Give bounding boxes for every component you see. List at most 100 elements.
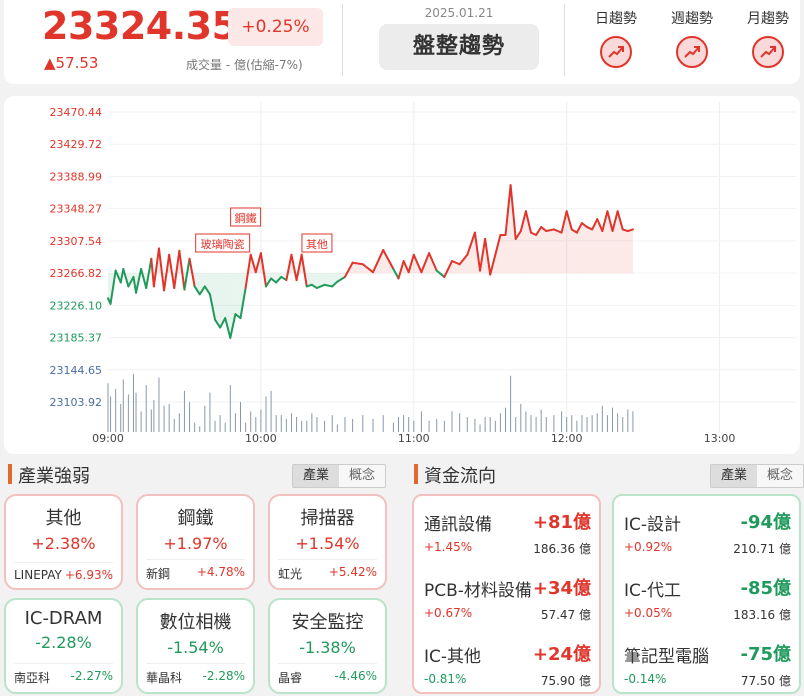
industry-card[interactable]: 安全監控 -1.38% 晶睿 -4.46% [268,598,387,694]
y-tick-label: 23429.72 [50,138,103,151]
flow-pct: -0.81% [424,672,467,686]
monthly-trend-label: 月趨勢 [747,11,789,27]
tab-industry[interactable]: 產業 [293,465,339,487]
price-fill [571,229,577,274]
trend-up-icon [752,36,784,68]
flow-amount: -94億 [740,512,791,533]
weekly-trend-label: 週趨勢 [671,11,713,27]
fund-flow-item[interactable]: 筆記型電腦 -75億 -0.14% 77.50 億 [624,634,791,694]
top-stock-row: LINEPAY +6.93% [14,562,113,582]
industry-card[interactable]: 數位相機 -1.54% 華晶科 -2.28% [136,598,255,694]
y-tick-label: 23103.92 [50,396,103,409]
annotation-label: 鋼鐵 [235,211,257,225]
price-fill [235,273,241,319]
fund-flow-item[interactable]: IC-代工 -85億 +0.05% 183.16 億 [624,568,791,628]
top-stock-pct: -2.28% [202,669,245,683]
industry-tab-group: 產業 概念 [292,464,386,488]
top-stock-row: 晶睿 -4.46% [278,663,377,686]
flow-industry-name: 筆記型電腦 [624,647,709,667]
top-stock-name: LINEPAY [14,568,62,582]
date-label: 2025.01.21 [424,6,494,20]
tab-concept[interactable]: 概念 [339,465,385,487]
y-tick-label: 23185.37 [50,332,103,345]
monthly-trend[interactable]: 月趨勢 [738,8,798,68]
top-stock-name: 虹光 [278,567,303,581]
price-fill [546,229,554,274]
flow-amount: -75億 [740,644,791,665]
tab-concept[interactable]: 概念 [757,465,803,487]
industry-card[interactable]: 鋼鐵 +1.97% 新鋼 +4.78% [136,494,255,590]
annotation-label: 其他 [306,238,328,251]
index-value: 23324.35 [42,4,238,48]
industry-name: 安全監控 [291,612,364,633]
industry-name: 鋼鐵 [177,508,214,529]
fund-inflow-panel: 通訊設備 +81億 +1.45% 186.36 億 PCB-材料設備 +34億 +0.67%… [412,494,601,694]
y-tick-label: 23307.54 [50,235,103,248]
price-fill [627,229,633,274]
weekly-trend[interactable]: 週趨勢 [662,8,722,68]
y-tick-label: 23388.99 [50,170,103,183]
industry-pct: +1.97% [163,534,228,553]
flow-amount: +81億 [532,512,591,533]
industry-pct: +1.54% [295,534,360,553]
tab-industry[interactable]: 產業 [711,465,757,487]
price-fill [587,227,593,274]
industry-card[interactable]: 其他 +2.38% LINEPAY +6.93% [4,494,123,590]
industry-pct: -1.38% [299,638,356,657]
top-stock-pct: +5.42% [328,565,377,579]
flow-industry-name: IC-代工 [624,581,682,601]
industry-strength-title: 產業強弱 [8,462,90,488]
industry-pct: -1.54% [167,638,224,657]
fund-flow-tab-group: 產業 概念 [710,464,804,488]
flow-pct: +1.45% [424,540,473,554]
top-stock-row: 虹光 +5.42% [278,559,377,582]
annotation-label: 玻璃陶瓷 [201,237,245,251]
top-stock-pct: +4.78% [196,565,245,579]
flow-pct: -0.14% [624,672,667,686]
fund-flow-item[interactable]: IC-其他 +24億 -0.81% 75.90 億 [424,634,591,694]
flow-amount: +34億 [532,578,591,599]
flow-turnover: 210.71 億 [733,542,791,556]
divider [342,4,343,76]
flow-turnover: 75.90 億 [540,674,591,688]
market-state-badge: 盤整趨勢 [379,24,539,70]
y-tick-label: 23144.65 [50,364,103,377]
top-stock-pct: +6.93% [64,568,113,582]
flow-turnover: 186.36 億 [533,542,591,556]
y-tick-label: 23470.44 [50,106,103,119]
x-tick-label: 13:00 [704,432,736,445]
industry-pct: -2.28% [35,633,92,652]
industry-name: 掃描器 [300,508,355,529]
flow-turnover: 77.50 億 [740,674,791,688]
top-stock-pct: -4.46% [334,669,377,683]
top-stock-name: 新鋼 [146,567,171,581]
industry-name: IC-DRAM [24,608,103,629]
x-tick-label: 10:00 [245,432,277,445]
x-tick-label: 12:00 [551,432,583,445]
price-fill [581,223,588,274]
divider [564,4,565,76]
industry-card[interactable]: 掃描器 +1.54% 虹光 +5.42% [268,494,387,590]
top-stock-name: 南亞科 [14,671,51,685]
intraday-chart[interactable]: 23470.44 23429.72 23388.99 23348.27 23307.54… [4,96,800,454]
industry-name: 數位相機 [159,612,232,633]
price-fill [553,229,562,274]
top-stock-pct: -2.27% [70,669,113,683]
fund-flow-item[interactable]: PCB-材料設備 +34億 +0.67% 57.47 億 [424,568,591,628]
flow-turnover: 57.47 億 [540,608,591,622]
x-tick-label: 11:00 [398,432,430,445]
flow-pct: +0.92% [624,540,673,554]
flow-turnover: 183.16 億 [733,608,791,622]
industry-card[interactable]: IC-DRAM -2.28% 南亞科 -2.27% [4,598,123,694]
top-stock-name: 華晶科 [146,671,183,685]
daily-trend[interactable]: 日趨勢 [586,8,646,68]
fund-flow-item[interactable]: 通訊設備 +81億 +1.45% 186.36 億 [424,502,591,562]
flow-industry-name: PCB-材料設備 [424,581,532,601]
flow-pct: +0.05% [624,606,673,620]
fund-flow-item[interactable]: IC-設計 -94億 +0.92% 210.71 億 [624,502,791,562]
flow-amount: +24億 [532,644,591,665]
x-tick-label: 09:00 [92,432,124,445]
y-tick-label: 23226.10 [50,299,103,312]
fund-flow-title: 資金流向 [414,462,496,488]
y-tick-label: 23348.27 [50,203,103,216]
